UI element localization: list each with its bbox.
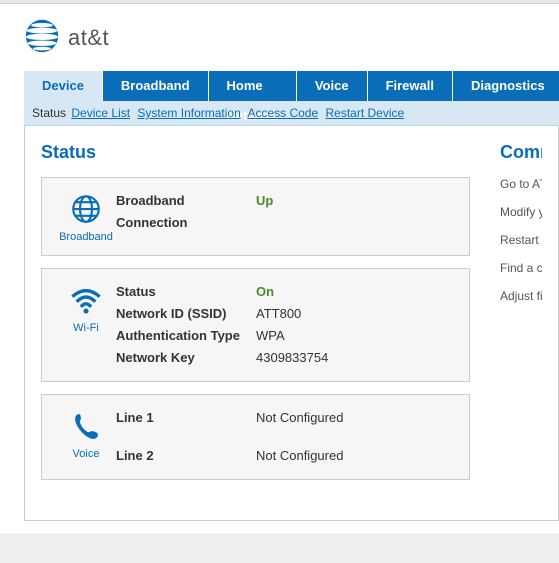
broadband-connection-value: Up <box>256 190 273 234</box>
common-heading: Common <box>500 142 542 163</box>
content-area: Status Broadband Broadband Connection <box>24 126 559 521</box>
common-item-1[interactable]: Modify you <box>500 205 542 219</box>
wifi-card: Wi-Fi Status On Network ID (SSID) ATT800… <box>41 268 470 382</box>
wifi-status-label: Status <box>116 281 256 303</box>
subnav-device-list[interactable]: Device List <box>71 106 130 120</box>
brand-text: at&t <box>68 25 109 51</box>
voice-line1-label: Line 1 <box>116 407 256 429</box>
subnav-system-info[interactable]: System Information <box>137 106 240 120</box>
voice-icon-label: Voice <box>56 448 116 460</box>
globe-icon <box>69 214 103 229</box>
voice-card: Voice Line 1 Not Configured Line 2 Not C… <box>41 394 470 480</box>
phone-icon <box>69 431 103 446</box>
common-item-3[interactable]: Find a con <box>500 261 542 275</box>
wifi-key-label: Network Key <box>116 347 256 369</box>
subnav-access-code[interactable]: Access Code <box>247 106 318 120</box>
sub-nav: Status Device List System Information Ac… <box>24 101 559 126</box>
tab-firewall[interactable]: Firewall <box>368 71 453 101</box>
wifi-ssid-label: Network ID (SSID) <box>116 303 256 325</box>
voice-line2-value: Not Configured <box>256 445 343 467</box>
voice-line1-value: Not Configured <box>256 407 343 429</box>
voice-line2-label: Line 2 <box>116 445 256 467</box>
wifi-icon <box>69 305 103 320</box>
common-tasks-panel: Common Go to AT&T Modify you Restart yo … <box>470 142 542 492</box>
common-item-2[interactable]: Restart yo <box>500 233 542 247</box>
wifi-key-value: 4309833754 <box>256 347 328 369</box>
common-item-0[interactable]: Go to AT&T <box>500 177 542 191</box>
tab-device[interactable]: Device <box>24 71 103 101</box>
wifi-auth-value: WPA <box>256 325 285 347</box>
tab-broadband[interactable]: Broadband <box>103 71 209 101</box>
subnav-restart-device[interactable]: Restart Device <box>326 106 405 120</box>
broadband-connection-label: Broadband Connection <box>116 190 256 234</box>
brand-area: at&t <box>0 4 559 71</box>
wifi-auth-label: Authentication Type <box>116 325 256 347</box>
broadband-card: Broadband Broadband Connection Up <box>41 177 470 256</box>
wifi-ssid-value: ATT800 <box>256 303 301 325</box>
att-globe-icon <box>24 18 60 57</box>
tab-voice[interactable]: Voice <box>297 71 368 101</box>
status-heading: Status <box>41 142 470 163</box>
subnav-status: Status <box>32 106 66 120</box>
tab-home-network[interactable]: Home Network <box>209 71 297 101</box>
common-item-4[interactable]: Adjust fire <box>500 289 542 303</box>
wifi-icon-label: Wi-Fi <box>56 322 116 334</box>
main-tabs: Device Broadband Home Network Voice Fire… <box>24 71 559 101</box>
broadband-icon-label: Broadband <box>56 231 116 243</box>
wifi-status-value: On <box>256 281 274 303</box>
tab-diagnostics[interactable]: Diagnostics <box>453 71 559 101</box>
